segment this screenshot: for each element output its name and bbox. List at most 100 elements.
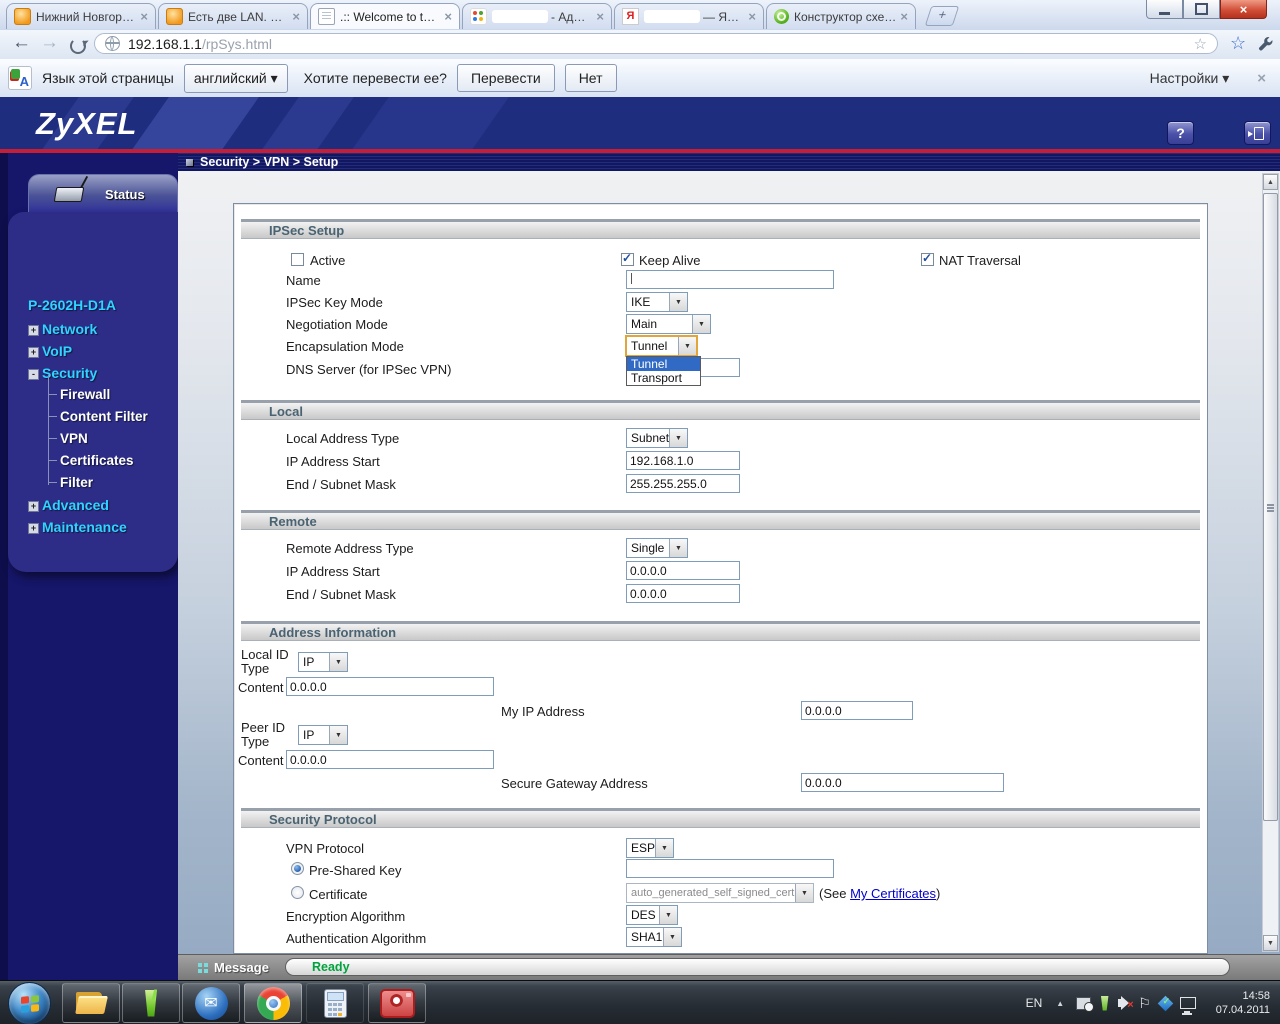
negotiation-mode-select[interactable]: Main ▼: [626, 314, 711, 334]
action-center-flag-icon[interactable]: ⚐: [1138, 995, 1151, 1012]
expand-icon-network[interactable]: +: [28, 325, 39, 336]
tab-close-icon[interactable]: ×: [140, 9, 148, 24]
tab-close-icon[interactable]: ×: [444, 9, 452, 24]
browser-tab-6[interactable]: Конструктор схем про... ×: [766, 3, 916, 29]
reload-button[interactable]: [70, 38, 86, 54]
sidebar-item-filter[interactable]: Filter: [60, 475, 93, 490]
my-ip-address-label: My IP Address: [501, 704, 585, 719]
volume-muted-icon[interactable]: ×: [1118, 996, 1134, 1011]
browser-tab-4[interactable]: - Админис... ×: [462, 3, 612, 29]
collapse-icon-security[interactable]: -: [28, 369, 39, 380]
my-certificates-link[interactable]: My Certificates: [850, 886, 936, 901]
back-button[interactable]: ←: [12, 32, 31, 54]
remote-subnet-mask-input[interactable]: [626, 584, 740, 603]
tab-close-icon[interactable]: ×: [900, 9, 908, 24]
sidebar-item-maintenance[interactable]: Maintenance: [42, 519, 127, 535]
translate-question: Хотите перевести ее?: [303, 70, 447, 86]
local-subnet-mask-input[interactable]: [626, 474, 740, 493]
dropdown-arrow-icon: ▼: [659, 906, 677, 924]
browser-tab-5[interactable]: Я — Янде... ×: [614, 3, 764, 29]
active-checkbox[interactable]: ✓: [291, 253, 304, 266]
translate-button[interactable]: Перевести: [456, 64, 555, 92]
peer-id-type-select[interactable]: IP ▼: [298, 725, 348, 745]
scroll-down-button[interactable]: ▼: [1263, 935, 1278, 951]
show-hidden-icons-button[interactable]: ▲: [1056, 999, 1064, 1008]
taskbar-qip-button[interactable]: [122, 983, 180, 1023]
scrollbar-thumb[interactable]: [1263, 193, 1278, 821]
qip-tray-icon[interactable]: [1100, 995, 1109, 1011]
section-header-address-information: Address Information: [241, 621, 1200, 641]
taskbar-explorer-button[interactable]: [62, 983, 120, 1023]
expand-icon-advanced[interactable]: +: [28, 501, 39, 512]
scroll-up-button[interactable]: ▲: [1263, 174, 1278, 190]
browser-tab-2[interactable]: Есть две LAN. В одной ... ×: [158, 3, 308, 29]
language-indicator[interactable]: EN: [1026, 996, 1043, 1010]
sidebar-item-advanced[interactable]: Advanced: [42, 497, 109, 513]
taskbar-calculator-button[interactable]: [306, 983, 364, 1023]
local-address-type-select[interactable]: Subnet ▼: [626, 428, 688, 448]
pre-shared-key-radio[interactable]: [291, 862, 304, 875]
address-bar[interactable]: 192.168.1.1/rpSys.html ☆: [94, 33, 1218, 54]
secure-gateway-input[interactable]: [801, 773, 1004, 792]
peer-content-input[interactable]: [286, 750, 494, 769]
help-button[interactable]: ?: [1167, 121, 1194, 145]
taskbar-chrome-button[interactable]: [244, 983, 302, 1023]
bookmarks-bar-star-icon[interactable]: ☆: [1230, 33, 1246, 54]
sidebar-item-vpn[interactable]: VPN: [60, 431, 88, 446]
start-button[interactable]: [8, 982, 51, 1024]
keep-alive-checkbox[interactable]: ✓: [621, 251, 634, 266]
dropdown-option-tunnel[interactable]: Tunnel: [627, 357, 700, 371]
remote-ip-start-input[interactable]: [626, 561, 740, 580]
window-minimize-button[interactable]: [1146, 0, 1183, 19]
encryption-algorithm-select[interactable]: DES ▼: [626, 905, 678, 925]
browser-titlebar: Нижний Новгород Onl... × Есть две LAN. В…: [0, 0, 1280, 31]
nat-traversal-checkbox[interactable]: ✓: [921, 251, 934, 266]
expand-icon-maintenance[interactable]: +: [28, 523, 39, 534]
window-close-button[interactable]: ×: [1220, 0, 1267, 19]
window-maximize-button[interactable]: [1183, 0, 1220, 19]
dropbox-icon[interactable]: ✓: [1157, 995, 1174, 1011]
translate-bar-close-icon[interactable]: ×: [1257, 70, 1266, 87]
wrench-menu-icon[interactable]: [1258, 36, 1274, 57]
sidebar-item-network[interactable]: Network: [42, 321, 97, 337]
sidebar-item-voip[interactable]: VoIP: [42, 343, 72, 359]
certificate-radio[interactable]: [291, 886, 304, 899]
taskbar-thunderbird-button[interactable]: ✉: [182, 983, 240, 1023]
vertical-scrollbar[interactable]: ▲ ▼: [1262, 173, 1279, 952]
browser-tab-active[interactable]: .:: Welcome to the Web... ×: [310, 3, 460, 29]
tab-close-icon[interactable]: ×: [292, 9, 300, 24]
taskbar-clock[interactable]: 14:58 07.04.2011: [1216, 989, 1270, 1017]
scheduler-tray-icon[interactable]: [1076, 996, 1095, 1012]
sidebar-item-security[interactable]: Security: [42, 365, 97, 381]
language-select[interactable]: английский ▾: [183, 63, 288, 93]
name-input[interactable]: [626, 270, 834, 289]
remote-address-type-select[interactable]: Single ▼: [626, 538, 688, 558]
sidebar-item-firewall[interactable]: Firewall: [60, 387, 110, 402]
my-ip-address-input[interactable]: [801, 701, 913, 720]
network-icon[interactable]: [1179, 997, 1196, 1013]
vpn-protocol-select[interactable]: ESP ▼: [626, 838, 674, 858]
bookmark-star-icon[interactable]: ☆: [1194, 35, 1207, 53]
logout-button[interactable]: [1244, 121, 1271, 145]
tab-close-icon[interactable]: ×: [748, 9, 756, 24]
local-content-input[interactable]: [286, 677, 494, 696]
expand-icon-voip[interactable]: +: [28, 347, 39, 358]
taskbar-screenshot-button[interactable]: [368, 983, 426, 1023]
no-translate-button[interactable]: Нет: [564, 64, 617, 92]
tab-close-icon[interactable]: ×: [596, 9, 604, 24]
local-ip-start-input[interactable]: [626, 451, 740, 470]
forward-button[interactable]: →: [40, 32, 59, 54]
pre-shared-key-input[interactable]: [626, 859, 834, 878]
dropdown-option-transport[interactable]: Transport: [627, 371, 700, 385]
local-id-type-select[interactable]: IP ▼: [298, 652, 348, 672]
encapsulation-mode-select[interactable]: Tunnel ▼: [625, 335, 698, 357]
translate-settings-menu[interactable]: Настройки ▾: [1150, 70, 1230, 87]
new-tab-button[interactable]: +: [924, 6, 960, 26]
sidebar-item-content-filter[interactable]: Content Filter: [60, 409, 148, 424]
status-button[interactable]: Status: [28, 174, 178, 213]
authentication-algorithm-select[interactable]: SHA1 ▼: [626, 927, 682, 947]
sidebar-item-certificates[interactable]: Certificates: [60, 453, 134, 468]
browser-tab-1[interactable]: Нижний Новгород Onl... ×: [6, 3, 156, 29]
ipsec-key-mode-select[interactable]: IKE ▼: [626, 292, 688, 312]
tree-tick: [48, 438, 57, 439]
